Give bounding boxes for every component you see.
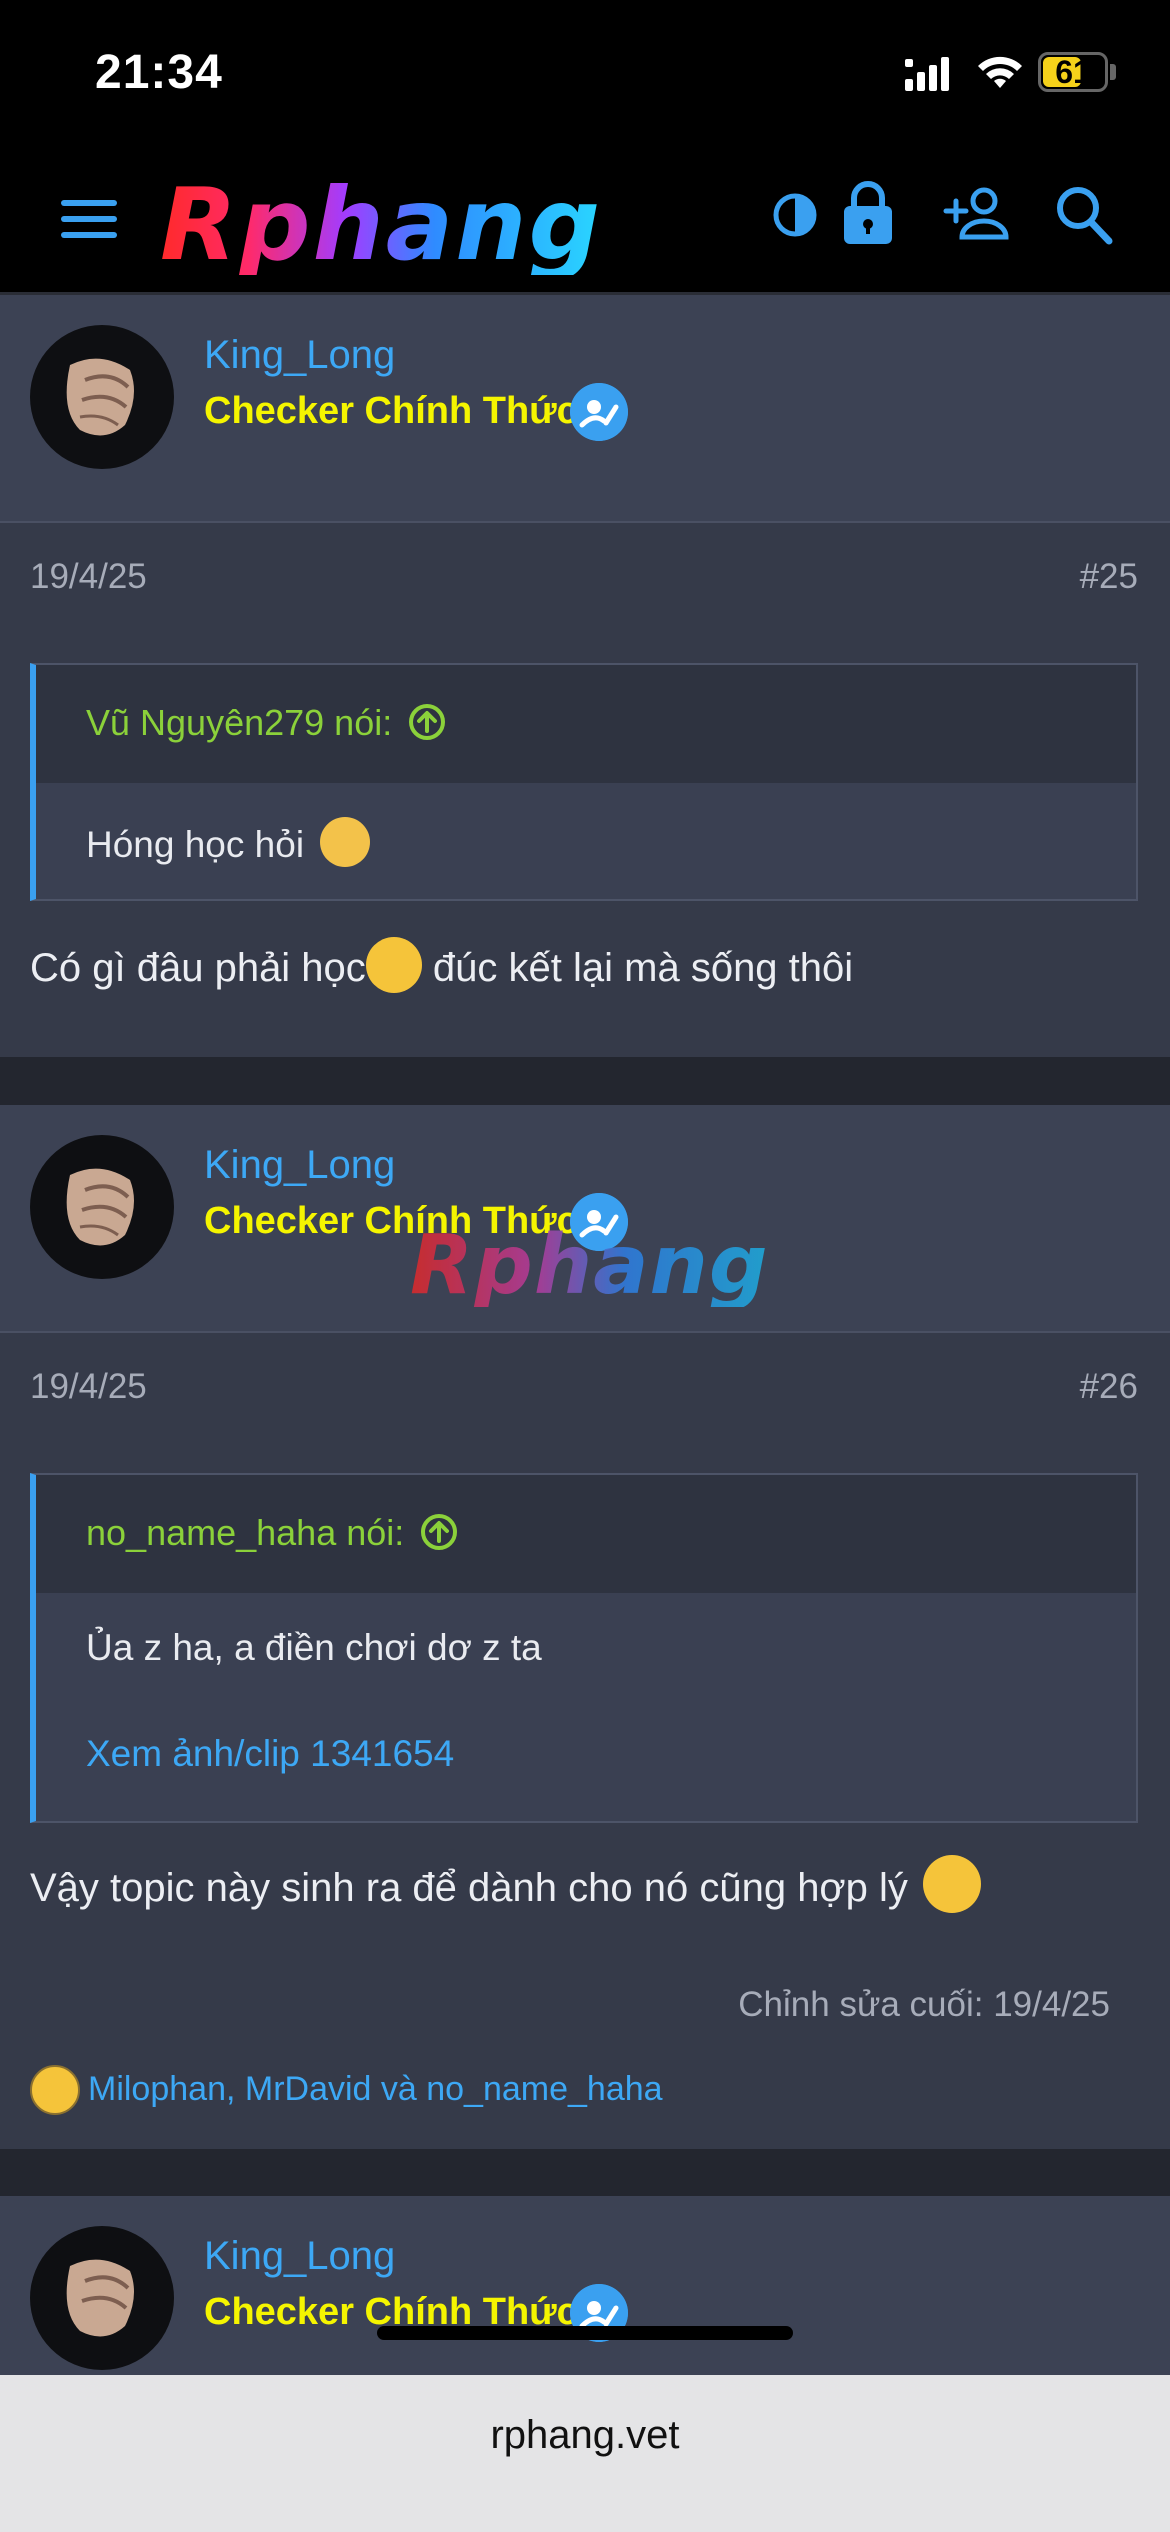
arrow-up-circle-icon [421, 1514, 458, 1550]
status-time: 21:34 [95, 46, 223, 99]
wifi-icon [978, 56, 1022, 88]
signal-icon [905, 57, 949, 91]
quote-block: no_name_haha nói: Ủa z ha, a điền chơi d… [30, 1473, 1138, 1823]
contrast-icon[interactable] [772, 192, 818, 238]
watermark-logo: Rphang [410, 1218, 769, 1313]
post-date[interactable]: 19/4/25 [30, 1367, 147, 1407]
post: King_Long Checker Chính Thức [0, 2196, 1170, 2376]
post-username[interactable]: King_Long [204, 2234, 395, 2279]
post-date[interactable]: 19/4/25 [30, 557, 147, 597]
browser-address-bar[interactable]: rphang.vet [0, 2375, 1170, 2532]
rofl-reaction-icon [30, 2065, 80, 2115]
quote-block: Vũ Nguyên279 nói: Hóng học hỏi [30, 663, 1138, 901]
quote-author[interactable]: no_name_haha nói: [86, 1512, 458, 1554]
reaction-list[interactable]: Milophan, MrDavid và no_name_haha [88, 2070, 663, 2109]
quote-author[interactable]: Vũ Nguyên279 nói: [86, 702, 446, 744]
home-indicator[interactable] [377, 2326, 793, 2340]
verified-badge-icon [570, 383, 628, 441]
url-text[interactable]: rphang.vet [0, 2413, 1170, 2458]
search-icon[interactable] [1055, 185, 1113, 245]
avatar-hands-image [66, 1168, 134, 1246]
avatar[interactable] [30, 1135, 174, 1279]
post: King_Long Checker Chính Thức 19/4/25 #25… [0, 295, 1170, 1057]
site-header: Rphang [0, 150, 1170, 295]
site-logo[interactable]: Rphang [160, 175, 602, 275]
lock-icon[interactable] [842, 178, 894, 246]
edited-note: Chỉnh sửa cuối: 19/4/25 [738, 1985, 1110, 2024]
avatar-hands-image [66, 358, 134, 436]
thinking-emoji-icon [320, 817, 371, 867]
status-bar: 21:34 61 [0, 0, 1170, 150]
battery-tip [1110, 64, 1116, 80]
quote-text: Hóng học hỏi [86, 817, 371, 867]
post-header: King_Long Checker Chính Thức [0, 295, 1170, 523]
media-link[interactable]: Xem ảnh/clip 1341654 [86, 1733, 454, 1775]
post-number[interactable]: #26 [1080, 1367, 1138, 1407]
quote-header: Vũ Nguyên279 nói: [36, 665, 1136, 783]
post-body: Vậy topic này sinh ra để dành cho nó cũn… [30, 1855, 982, 1913]
post-role: Checker Chính Thức [204, 390, 578, 432]
avatar[interactable] [30, 325, 174, 469]
battery-level: 61 [1055, 54, 1091, 90]
post-header: King_Long Checker Chính Thức [0, 2196, 1170, 2376]
post-number[interactable]: #25 [1080, 557, 1138, 597]
quote-text: Ủa z ha, a điền chơi dơ z ta [86, 1627, 542, 1668]
monocle-emoji-icon [365, 937, 422, 993]
tears-of-joy-emoji-icon [923, 1855, 982, 1913]
post-body: Có gì đâu phải học đúc kết lại mà sống t… [30, 937, 853, 993]
quote-header: no_name_haha nói: [36, 1475, 1136, 1593]
menu-icon[interactable] [60, 195, 118, 243]
post-username[interactable]: King_Long [204, 333, 395, 378]
post-username[interactable]: King_Long [204, 1143, 395, 1188]
avatar[interactable] [30, 2226, 174, 2370]
arrow-up-circle-icon [409, 704, 446, 740]
add-user-icon[interactable] [942, 185, 1012, 241]
avatar-hands-image [66, 2259, 134, 2337]
